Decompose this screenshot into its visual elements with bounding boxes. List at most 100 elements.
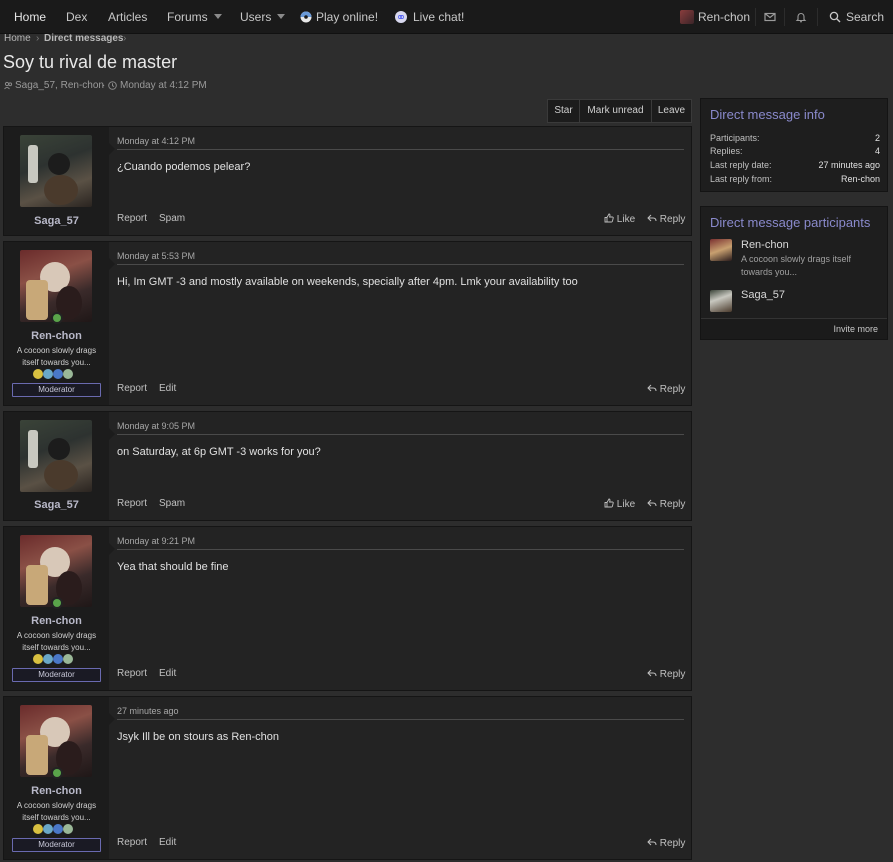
report-link[interactable]: Report (117, 498, 147, 509)
info-label: Last reply date: (710, 160, 772, 170)
bell-icon[interactable] (795, 11, 807, 23)
reply-icon (647, 837, 657, 847)
message-body: Jsyk Ill be on stours as Ren-chon (117, 731, 280, 743)
message-divider (117, 149, 684, 150)
username[interactable]: Ren-chon (4, 785, 109, 797)
reply-label: Reply (659, 499, 686, 510)
message-timestamp[interactable]: Monday at 4:12 PM (117, 136, 195, 146)
reply-button[interactable]: Reply (647, 383, 685, 395)
user-badges (33, 369, 83, 379)
user-avatar[interactable] (680, 10, 694, 24)
message-timestamp[interactable]: Monday at 5:53 PM (117, 251, 195, 261)
thread-participants[interactable]: Saga_57, Ren-chon (15, 80, 104, 91)
message: Ren-chon A cocoon slowly drags itself to… (3, 526, 692, 691)
reply-button[interactable]: Reply (647, 213, 685, 225)
direct-message-participants-block: Direct message participants Ren-chon A c… (700, 206, 888, 340)
nav-forums[interactable]: Forums (167, 0, 208, 34)
nav-divider (755, 8, 756, 26)
participants-block-title: Direct message participants (710, 215, 871, 230)
breadcrumb-home[interactable]: Home (4, 33, 31, 44)
spam-link[interactable]: Spam (159, 213, 185, 224)
user-badges (33, 824, 83, 834)
nav-articles[interactable]: Articles (108, 0, 147, 34)
nav-home[interactable]: Home (14, 0, 46, 34)
top-navigation: Home Dex Articles Forums Users Play onli… (0, 0, 893, 34)
report-link[interactable]: Report (117, 383, 147, 394)
reply-icon (647, 213, 657, 223)
like-label: Like (616, 214, 636, 225)
info-value[interactable]: Ren-chon (841, 174, 880, 184)
nav-dex[interactable]: Dex (66, 0, 87, 34)
badge-icon (33, 824, 43, 834)
nav-live-chat[interactable]: Live chat! (413, 0, 464, 34)
online-status-icon (51, 312, 63, 324)
reply-label: Reply (659, 384, 686, 395)
message-user-column: Saga_57 (4, 412, 115, 520)
info-row-replies: Replies: 4 (710, 146, 880, 158)
message: Ren-chon A cocoon slowly drags itself to… (3, 241, 692, 406)
message-user-column: Ren-chon A cocoon slowly drags itself to… (4, 527, 115, 690)
message-body: on Saturday, at 6p GMT -3 works for you? (117, 446, 321, 458)
like-button[interactable]: Like (604, 498, 635, 510)
participant-avatar[interactable] (710, 239, 732, 261)
like-button[interactable]: Like (604, 213, 635, 225)
info-label: Last reply from: (710, 174, 773, 184)
nav-users[interactable]: Users (240, 0, 271, 34)
message-timestamp[interactable]: Monday at 9:05 PM (117, 421, 195, 431)
info-label: Participants: (710, 133, 760, 143)
message-user-column: Saga_57 (4, 127, 115, 235)
reply-button[interactable]: Reply (647, 668, 685, 680)
participant-name[interactable]: Ren-chon (741, 239, 789, 251)
invite-more-link[interactable]: Invite more (833, 324, 878, 334)
message-user-column: Ren-chon A cocoon slowly drags itself to… (4, 242, 115, 405)
avatar[interactable] (20, 135, 92, 207)
reply-button[interactable]: Reply (647, 837, 685, 849)
nav-play-online[interactable]: Play online! (316, 0, 378, 34)
reply-label: Reply (659, 838, 686, 849)
badge-icon (53, 654, 63, 664)
forums-chevron-down-icon[interactable] (214, 14, 222, 19)
username[interactable]: Ren-chon (4, 330, 109, 342)
nav-search[interactable]: Search (846, 0, 884, 34)
breadcrumb-chevron-icon: › (36, 33, 40, 44)
badge-icon (53, 369, 63, 379)
breadcrumb-direct-messages[interactable]: Direct messages (44, 33, 124, 44)
star-button[interactable]: Star (548, 100, 580, 122)
badge-icon (43, 824, 53, 834)
info-value: 2 (874, 133, 880, 143)
user-title: A cocoon slowly drags itself towards you… (16, 346, 97, 367)
info-row-participants: Participants: 2 (710, 133, 880, 145)
participant-avatar[interactable] (710, 290, 732, 312)
message-timestamp[interactable]: Monday at 9:21 PM (117, 536, 195, 546)
edit-link[interactable]: Edit (159, 668, 176, 679)
envelope-icon[interactable] (764, 11, 776, 23)
username[interactable]: Saga_57 (4, 215, 109, 227)
reply-icon (647, 498, 657, 508)
moderator-banner: Moderator (12, 668, 101, 682)
username[interactable]: Ren-chon (4, 615, 109, 627)
message: Saga_57 Monday at 4:12 PM ¿Cuando podemo… (3, 126, 692, 236)
like-label: Like (616, 499, 636, 510)
nav-user-account[interactable]: Ren-chon (698, 0, 750, 34)
reply-label: Reply (659, 214, 686, 225)
search-icon[interactable] (829, 11, 841, 23)
mark-unread-button[interactable]: Mark unread (580, 100, 652, 122)
leave-button[interactable]: Leave (652, 100, 691, 122)
participant-name[interactable]: Saga_57 (741, 289, 785, 301)
badge-icon (33, 369, 43, 379)
message-timestamp[interactable]: 27 minutes ago (117, 706, 179, 716)
report-link[interactable]: Report (117, 668, 147, 679)
edit-link[interactable]: Edit (159, 383, 176, 394)
users-chevron-down-icon[interactable] (277, 14, 285, 19)
info-value: 27 minutes ago (818, 160, 880, 170)
avatar[interactable] (20, 420, 92, 492)
username[interactable]: Saga_57 (4, 499, 109, 511)
nav-divider (784, 8, 785, 26)
reply-button[interactable]: Reply (647, 498, 685, 510)
report-link[interactable]: Report (117, 837, 147, 848)
message-body: ¿Cuando podemos pelear? (117, 161, 251, 173)
report-link[interactable]: Report (117, 213, 147, 224)
moderator-banner: Moderator (12, 383, 101, 397)
edit-link[interactable]: Edit (159, 837, 176, 848)
spam-link[interactable]: Spam (159, 498, 185, 509)
